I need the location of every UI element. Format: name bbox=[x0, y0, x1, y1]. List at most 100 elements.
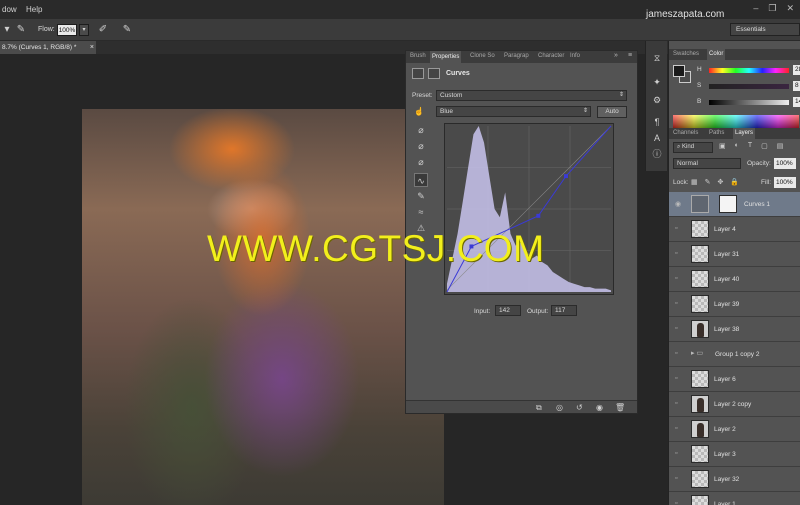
adjustment-filter-icon[interactable]: ◐ bbox=[735, 142, 739, 150]
info-icon[interactable]: ⓘ bbox=[650, 147, 664, 161]
trash-icon[interactable]: 🗑 bbox=[615, 403, 625, 412]
visibility-icon[interactable]: ▫ bbox=[675, 325, 677, 332]
tab-brush[interactable]: Brush bbox=[410, 53, 426, 59]
flow-dropdown[interactable]: ▾ bbox=[79, 24, 89, 36]
visibility-icon[interactable]: ▫ bbox=[675, 275, 677, 282]
menu-item-window[interactable]: dow bbox=[2, 5, 17, 14]
hue-value[interactable]: 280 bbox=[793, 65, 800, 75]
channel-select[interactable]: Blue ⇕ bbox=[436, 106, 591, 117]
lock-all-icon[interactable]: 🔒 bbox=[730, 178, 739, 186]
white-eyedropper-icon[interactable]: ⌀ bbox=[414, 155, 428, 169]
tab-properties[interactable]: Properties bbox=[430, 51, 462, 63]
visibility-icon[interactable]: ▫ bbox=[675, 400, 677, 407]
tab-color[interactable]: Color bbox=[707, 49, 726, 60]
layer-mask-icon[interactable] bbox=[428, 68, 440, 79]
clone-source-icon[interactable]: ⚙ bbox=[650, 93, 664, 107]
visibility-icon[interactable]: ◉ bbox=[596, 403, 603, 412]
blend-mode-select[interactable]: Normal bbox=[673, 158, 741, 169]
artwork-canvas[interactable] bbox=[82, 109, 444, 505]
layer-row[interactable]: ▫ Layer 39 bbox=[669, 292, 800, 317]
visibility-icon[interactable]: ▫ bbox=[675, 250, 677, 257]
history-icon[interactable]: ⧖ bbox=[650, 51, 664, 65]
document-tab[interactable]: 8.7% (Curves 1, RGB/8) * × bbox=[0, 41, 96, 54]
visibility-icon[interactable]: ◉ bbox=[675, 200, 681, 208]
layer-thumbnail[interactable] bbox=[691, 445, 709, 463]
restore-icon[interactable]: ❐ bbox=[768, 3, 776, 14]
flow-input[interactable]: 100% bbox=[57, 24, 77, 36]
saturation-slider[interactable] bbox=[709, 84, 789, 89]
tab-info[interactable]: Info bbox=[570, 53, 580, 59]
opacity-input[interactable]: 100% bbox=[774, 158, 796, 169]
lock-position-icon[interactable]: ✥ bbox=[718, 178, 724, 186]
layer-thumbnail[interactable] bbox=[691, 420, 709, 438]
brush-presets-icon[interactable]: ✦ bbox=[650, 75, 664, 89]
layer-row[interactable]: ▫ Layer 40 bbox=[669, 267, 800, 292]
curve-point[interactable] bbox=[564, 174, 568, 179]
layer-row[interactable]: ▫ Layer 3 bbox=[669, 442, 800, 467]
layer-row[interactable]: ▫ Layer 2 bbox=[669, 417, 800, 442]
curve-edit-icon[interactable]: ∿ bbox=[414, 173, 428, 187]
view-previous-icon[interactable]: ◎ bbox=[556, 403, 563, 412]
black-eyedropper-icon[interactable]: ⌀ bbox=[414, 123, 428, 137]
layer-row[interactable]: ◉ Curves 1 bbox=[669, 192, 800, 217]
smooth-icon[interactable]: ≈ bbox=[414, 205, 428, 219]
tab-channels[interactable]: Channels bbox=[673, 130, 698, 136]
layer-mask-thumbnail[interactable] bbox=[719, 195, 737, 213]
folder-icon[interactable]: ▸ ▭ bbox=[691, 349, 703, 357]
visibility-icon[interactable]: ▫ bbox=[675, 425, 677, 432]
visibility-icon[interactable]: ▫ bbox=[675, 475, 677, 482]
smart-filter-icon[interactable]: ▤ bbox=[777, 142, 784, 150]
expand-icon[interactable]: » bbox=[614, 52, 618, 59]
layer-row[interactable]: ▫ Layer 1 bbox=[669, 492, 800, 505]
auto-button[interactable]: Auto bbox=[597, 106, 627, 118]
lock-pixels-icon[interactable]: ✎ bbox=[705, 178, 711, 186]
lock-transparency-icon[interactable]: ▦ bbox=[691, 178, 698, 186]
tab-clone-source[interactable]: Clone So bbox=[470, 53, 495, 59]
curves-thumbnail[interactable] bbox=[691, 195, 709, 213]
close-tab-icon[interactable]: × bbox=[90, 41, 94, 54]
gray-eyedropper-icon[interactable]: ⌀ bbox=[414, 139, 428, 153]
paragraph-icon[interactable]: ¶ bbox=[650, 115, 664, 129]
pressure-icon[interactable]: ✎ bbox=[120, 23, 134, 37]
preset-dropdown-icon[interactable]: ▾ bbox=[0, 23, 14, 37]
clip-to-layer-icon[interactable]: ⧉ bbox=[536, 403, 542, 413]
layer-thumbnail[interactable] bbox=[691, 495, 709, 505]
curve-point[interactable] bbox=[536, 213, 541, 218]
layer-thumbnail[interactable] bbox=[691, 295, 709, 313]
airbrush-icon[interactable]: ✎ bbox=[14, 23, 28, 37]
saturation-value[interactable]: 8 bbox=[793, 81, 800, 91]
layer-thumbnail[interactable] bbox=[691, 370, 709, 388]
targeted-adjustment-icon[interactable]: ☝ bbox=[414, 107, 424, 116]
layer-row[interactable]: ▫ ▸ ▭ Group 1 copy 2 bbox=[669, 342, 800, 367]
preset-select[interactable]: Custom ⇕ bbox=[436, 90, 627, 101]
tab-paths[interactable]: Paths bbox=[709, 130, 724, 136]
visibility-icon[interactable]: ▫ bbox=[675, 300, 677, 307]
layer-thumbnail[interactable] bbox=[691, 395, 709, 413]
layer-thumbnail[interactable] bbox=[691, 270, 709, 288]
layer-thumbnail[interactable] bbox=[691, 470, 709, 488]
brightness-slider[interactable] bbox=[709, 100, 789, 105]
minimize-icon[interactable]: – bbox=[753, 3, 758, 14]
menu-item-help[interactable]: Help bbox=[26, 5, 42, 14]
close-icon[interactable]: ✕ bbox=[786, 3, 794, 14]
visibility-icon[interactable]: ▫ bbox=[675, 350, 677, 357]
layer-row[interactable]: ▫ Layer 6 bbox=[669, 367, 800, 392]
hue-slider[interactable] bbox=[709, 68, 789, 73]
visibility-icon[interactable]: ▫ bbox=[675, 225, 677, 232]
pixel-filter-icon[interactable]: ▣ bbox=[719, 142, 726, 150]
panel-menu-icon[interactable]: ≡ bbox=[628, 52, 632, 59]
brightness-value[interactable]: 14 bbox=[793, 97, 800, 107]
tab-swatches[interactable]: Swatches bbox=[673, 51, 699, 57]
shape-filter-icon[interactable]: ▢ bbox=[761, 142, 768, 150]
layer-row[interactable]: ▫ Layer 38 bbox=[669, 317, 800, 342]
visibility-icon[interactable]: ▫ bbox=[675, 450, 677, 457]
visibility-icon[interactable]: ▫ bbox=[675, 375, 677, 382]
layer-thumbnail[interactable] bbox=[691, 220, 709, 238]
layer-thumbnail[interactable] bbox=[691, 320, 709, 338]
layer-thumbnail[interactable] bbox=[691, 245, 709, 263]
character-icon[interactable]: A bbox=[650, 131, 664, 145]
foreground-color-swatch[interactable] bbox=[673, 65, 685, 77]
type-filter-icon[interactable]: T bbox=[748, 142, 752, 150]
airbrush-mode-icon[interactable]: ✐ bbox=[96, 23, 110, 37]
reset-icon[interactable]: ↺ bbox=[576, 403, 583, 412]
